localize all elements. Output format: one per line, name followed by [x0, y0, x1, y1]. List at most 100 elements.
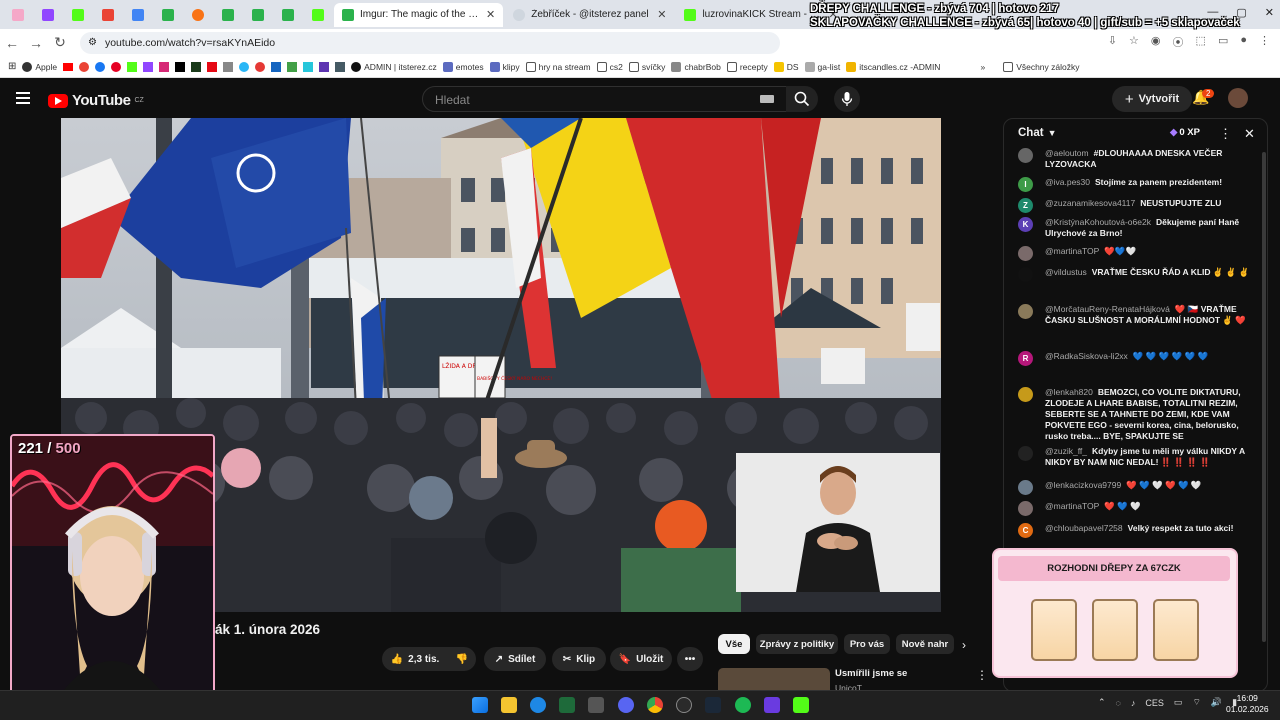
tab-icon-10[interactable] [274, 3, 302, 27]
chat-username[interactable]: @martinaTOP [1045, 246, 1099, 256]
bookmark-icon[interactable] [255, 61, 266, 72]
kick-app-icon[interactable] [793, 697, 809, 713]
bookmark-chabrbob[interactable]: chabrBob [671, 61, 721, 72]
user-avatar[interactable] [1018, 501, 1033, 516]
bookmark-icon[interactable] [319, 61, 330, 72]
chat-close-icon[interactable]: ✕ [1244, 126, 1255, 142]
bookmark-ds[interactable]: DS [773, 61, 799, 72]
bookmark-apple[interactable]: Apple [22, 61, 57, 72]
facebook-bookmark-icon[interactable] [95, 61, 106, 72]
chip-politics-news[interactable]: Zprávy z politiky [756, 634, 838, 654]
close-window-icon[interactable]: ✕ [1265, 6, 1274, 19]
chevron-up-icon[interactable]: ⌃ [1098, 697, 1106, 708]
chat-username[interactable]: @vildustus [1045, 267, 1087, 277]
youtube-logo[interactable]: YouTube CZ [48, 92, 144, 109]
bookmark-icon[interactable] [239, 61, 250, 72]
extension-icon[interactable]: ⦿ [1173, 34, 1184, 50]
menu-icon[interactable] [16, 92, 30, 104]
back-icon[interactable]: ← [0, 35, 24, 51]
twitch-bookmark-icon[interactable] [143, 61, 154, 72]
tab-icon-1[interactable] [4, 3, 32, 27]
bookmark-folder-hry[interactable]: hry na stream [525, 61, 591, 72]
tab-icon-2[interactable] [34, 3, 62, 27]
choice-card-1[interactable] [1031, 599, 1077, 661]
search-button[interactable] [786, 86, 818, 112]
user-avatar[interactable] [1018, 304, 1033, 319]
user-avatar[interactable]: R [1018, 351, 1033, 366]
bookmark-star-icon[interactable]: ☆ [1129, 34, 1139, 50]
more-bookmarks-icon[interactable]: » [980, 62, 985, 72]
spotify-icon[interactable] [735, 697, 751, 713]
google-bookmark-icon[interactable] [79, 61, 90, 72]
tab-icon-3[interactable] [64, 3, 92, 27]
instagram-bookmark-icon[interactable] [159, 61, 170, 72]
steam-icon[interactable] [705, 697, 721, 713]
bookmark-icon[interactable] [191, 61, 202, 72]
user-avatar[interactable] [1018, 480, 1033, 495]
chat-username[interactable]: @lenkah820 [1045, 387, 1093, 397]
bookmark-folder-svicky[interactable]: svíčky [628, 61, 665, 72]
volume-icon[interactable]: 🔊 [1211, 697, 1222, 708]
app-icon[interactable] [588, 697, 604, 713]
chat-username[interactable]: @chloubapavel7258 [1045, 523, 1123, 533]
user-avatar[interactable]: Z [1018, 198, 1033, 213]
tab-icon-4[interactable] [94, 3, 122, 27]
bookmark-icon[interactable] [335, 61, 346, 72]
tab-icon-5[interactable] [124, 3, 152, 27]
tab-icon-9[interactable] [244, 3, 272, 27]
chat-username[interactable]: @lenkacizkova9799 [1045, 480, 1121, 490]
user-avatar[interactable] [1018, 148, 1033, 163]
related-video-title[interactable]: Usmířili jsme se [835, 668, 907, 679]
chip-recently-uploaded[interactable]: Nově nahr [896, 634, 954, 654]
related-video-menu-icon[interactable]: ⋮ [976, 668, 988, 682]
url-field[interactable]: ⚙ youtube.com/watch?v=rsaKYnAEido [80, 31, 780, 54]
create-button[interactable]: + Vytvořit [1112, 86, 1192, 112]
tab-icon-11[interactable] [304, 3, 332, 27]
bookmark-folder-recepty[interactable]: recepty [726, 61, 768, 72]
language-indicator[interactable]: CES [1145, 698, 1164, 708]
chat-menu-icon[interactable]: ⋮ [1219, 126, 1232, 142]
app-icon[interactable] [764, 697, 780, 713]
all-bookmarks[interactable]: Všechny záložky [1003, 61, 1080, 72]
close-icon[interactable]: ✕ [657, 8, 666, 21]
bookmark-folder-cs2[interactable]: cs2 [596, 61, 623, 72]
chevron-right-icon[interactable]: › [962, 638, 966, 652]
chat-scrollbar[interactable] [1262, 152, 1266, 642]
user-avatar[interactable]: K [1018, 217, 1033, 232]
bookmark-icon[interactable] [271, 61, 282, 72]
user-avatar[interactable] [1018, 246, 1033, 261]
install-icon[interactable]: ⇩ [1108, 34, 1117, 50]
chat-username[interactable]: @iva.pes30 [1045, 177, 1090, 187]
tab-icon-7[interactable] [184, 3, 212, 27]
bookmark-klipy[interactable]: klipy [489, 61, 520, 72]
chip-for-you[interactable]: Pro vás [844, 634, 890, 654]
voice-search-button[interactable] [834, 86, 860, 112]
bookmark-icon[interactable] [303, 61, 314, 72]
reload-icon[interactable]: ↻ [48, 34, 72, 51]
chat-username[interactable]: @zuzanamikesova4117 [1045, 198, 1135, 208]
bookmark-emotes[interactable]: emotes [442, 61, 484, 72]
obs-icon[interactable] [676, 697, 692, 713]
more-actions-button[interactable]: ••• [677, 647, 703, 671]
account-avatar[interactable] [1228, 88, 1248, 108]
save-button[interactable]: 🔖 Uložit [610, 647, 672, 671]
chrome-icon[interactable] [647, 697, 663, 713]
chat-username[interactable]: @aeloutom [1045, 148, 1089, 158]
share-button[interactable]: ↗ Sdílet [484, 647, 546, 671]
pinterest-bookmark-icon[interactable] [111, 61, 122, 72]
display-icon[interactable]: ▭ [1174, 697, 1183, 708]
keyboard-icon[interactable] [760, 95, 774, 103]
network-icon[interactable]: ◌ [1116, 698, 1121, 708]
site-info-icon[interactable]: ⚙ [88, 37, 97, 48]
choice-card-2[interactable] [1092, 599, 1138, 661]
profile-icon[interactable]: ● [1240, 34, 1247, 50]
bookmark-ga-list[interactable]: ga-list [804, 61, 840, 72]
tab-icon-8[interactable] [214, 3, 242, 27]
bookmark-admin[interactable]: ADMIN | itsterez.cz [351, 61, 437, 72]
bookmark-icon[interactable] [223, 61, 234, 72]
close-icon[interactable]: ✕ [486, 8, 495, 21]
bookmark-icon[interactable] [287, 61, 298, 72]
extensions-icon[interactable]: ⬚ [1196, 34, 1206, 50]
x-bookmark-icon[interactable] [175, 61, 186, 72]
user-avatar[interactable] [1018, 387, 1033, 402]
